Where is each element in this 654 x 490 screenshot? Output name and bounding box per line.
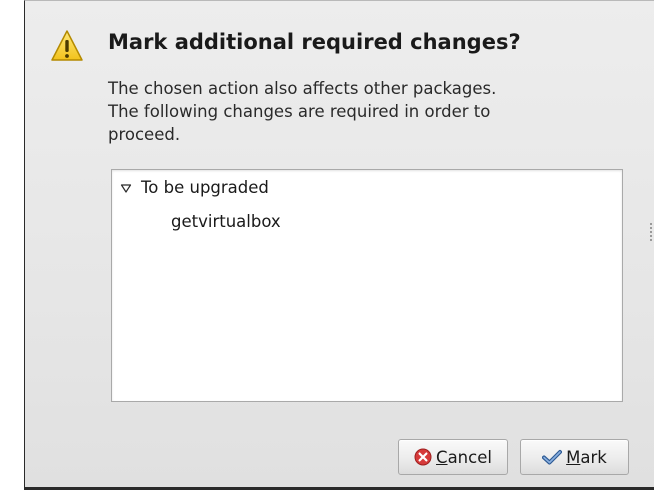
triangle-down-icon[interactable] <box>120 182 132 194</box>
checkmark-icon <box>542 450 563 465</box>
mark-button[interactable]: Mark <box>520 439 629 475</box>
cancel-label-rest: ancel <box>447 447 492 467</box>
cancel-label: Cancel <box>436 448 492 467</box>
dialog-title: Mark additional required changes? <box>108 30 521 54</box>
mark-mnemonic: M <box>566 447 581 467</box>
changes-tree[interactable]: To be upgraded getvirtualbox <box>111 169 623 402</box>
warning-icon <box>51 30 83 61</box>
cancel-mnemonic: C <box>436 447 448 467</box>
tree-group-label: To be upgraded <box>141 178 269 197</box>
dialog-message: The chosen action also affects other pac… <box>108 77 628 146</box>
cancel-button[interactable]: Cancel <box>398 439 508 475</box>
cancel-icon <box>414 448 432 466</box>
resize-grip[interactable] <box>650 223 652 243</box>
mark-changes-dialog: Mark additional required changes? The ch… <box>24 0 654 490</box>
message-line: The following changes are required in or… <box>108 102 491 121</box>
message-line: proceed. <box>108 125 181 144</box>
message-line: The chosen action also affects other pac… <box>108 79 497 98</box>
tree-group-to-be-upgraded[interactable]: To be upgraded <box>120 178 269 197</box>
mark-label: Mark <box>566 448 607 467</box>
tree-item-package[interactable]: getvirtualbox <box>171 212 281 231</box>
mark-label-rest: ark <box>580 447 607 467</box>
